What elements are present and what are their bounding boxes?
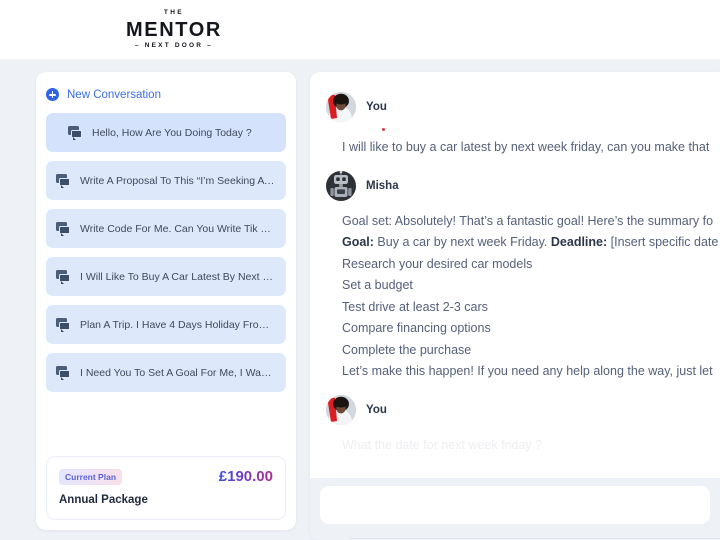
conversation-item-1[interactable]: Write A Proposal To This “I’m Seeking A … (46, 161, 286, 200)
message-line: Research your desired car models (342, 256, 533, 271)
message-line: Set a budget (342, 278, 413, 292)
conversation-label: I Will Like To Buy A Car Latest By Next … (80, 270, 276, 283)
chat-bubbles-icon (56, 318, 70, 332)
message-header: You (326, 391, 720, 429)
message-header: You (326, 88, 720, 126)
message-2: You What the date for next week friday ? (326, 391, 720, 459)
robot-avatar (326, 170, 356, 201)
deadline-label: Deadline: (550, 235, 608, 249)
current-plan-card[interactable]: Current Plan £190.00 Annual Package (46, 456, 286, 520)
logo-line-next-door: – NEXT DOOR – (134, 41, 213, 49)
message-line: Let’s make this happen! If you need any … (342, 364, 713, 378)
brand-logo[interactable]: THE MENTOR – NEXT DOOR – (126, 9, 222, 49)
message-input[interactable] (320, 486, 710, 524)
conversation-item-2[interactable]: Write Code For Me. Can You Write Tik Tak… (46, 209, 286, 248)
chat-bubbles-icon (56, 222, 70, 236)
app-header: THE MENTOR – NEXT DOOR – (0, 0, 720, 60)
conversation-label: Write A Proposal To This “I’m Seeking A … (80, 174, 276, 187)
conversations-sidebar: New Conversation Hello, How Are You Doin… (36, 72, 296, 530)
message-line-goal-deadline: Goal: Buy a car by next week Friday. Dea… (342, 235, 719, 249)
plan-card-wrapper: Current Plan £190.00 Annual Package (36, 446, 296, 530)
chat-bubbles-icon (56, 366, 70, 380)
new-conversation-label: New Conversation (67, 88, 161, 101)
message-line: What the date for next week friday ? (342, 437, 543, 452)
message-body: Goal set: Absolutely! That’s a fantastic… (326, 205, 720, 385)
chat-panel: You I will like to buy a car latest by n… (310, 72, 720, 540)
message-author: Misha (366, 179, 399, 192)
user-avatar (326, 92, 356, 122)
message-line: I will like to buy a car latest by next … (342, 140, 710, 154)
conversation-item-0[interactable]: Hello, How Are You Doing Today ? (46, 113, 286, 152)
conversation-item-4[interactable]: Plan A Trip. I Have 4 Days Holiday From … (46, 305, 286, 344)
message-header: Misha (326, 167, 720, 205)
message-1: Misha Goal set: Absolutely! That’s a fan… (326, 167, 720, 385)
current-plan-badge: Current Plan (59, 468, 123, 485)
goal-label: Goal: (342, 235, 374, 249)
conversation-item-5[interactable]: I Need You To Set A Goal For Me, I Want … (46, 353, 286, 392)
panel-bottom-divider (350, 538, 720, 539)
user-avatar (326, 394, 356, 425)
message-line: Goal set: Absolutely! That’s a fantastic… (342, 213, 714, 228)
message-body: I will like to buy a car latest by next … (326, 131, 720, 161)
conversation-label: Write Code For Me. Can You Write Tik Tak… (80, 222, 276, 235)
logo-line-mentor: MENTOR (126, 18, 222, 41)
plan-price: £190.00 (218, 468, 273, 485)
chat-bubbles-icon (56, 270, 70, 284)
logo-line-the: THE (163, 9, 185, 16)
message-author: You (366, 403, 387, 416)
conversation-label: I Need You To Set A Goal For Me, I Want … (80, 366, 276, 379)
conversation-label: Plan A Trip. I Have 4 Days Holiday From … (80, 318, 276, 331)
message-line: Complete the purchase (342, 342, 472, 357)
chat-bubbles-icon (68, 126, 82, 140)
plus-circle-icon (46, 88, 59, 101)
chat-bubbles-icon (56, 174, 70, 188)
conversation-label: Hello, How Are You Doing Today ? (92, 126, 252, 139)
conversation-item-3[interactable]: I Will Like To Buy A Car Latest By Next … (46, 257, 286, 296)
composer-area (310, 478, 720, 540)
message-line: Compare financing options (342, 321, 491, 335)
page-shell: New Conversation Hello, How Are You Doin… (0, 60, 720, 540)
message-body: What the date for next week friday ? (326, 429, 720, 459)
message-author: You (366, 101, 387, 113)
message-scroll-area[interactable]: You I will like to buy a car latest by n… (310, 72, 720, 478)
new-conversation-button[interactable]: New Conversation (36, 72, 296, 113)
plan-name: Annual Package (59, 494, 148, 506)
message-0: You I will like to buy a car latest by n… (326, 88, 720, 161)
plan-card-top-row: Current Plan £190.00 (59, 468, 273, 485)
message-line: Test drive at least 2-3 cars (342, 299, 488, 314)
conversation-list: Hello, How Are You Doing Today ? Write A… (36, 113, 296, 446)
